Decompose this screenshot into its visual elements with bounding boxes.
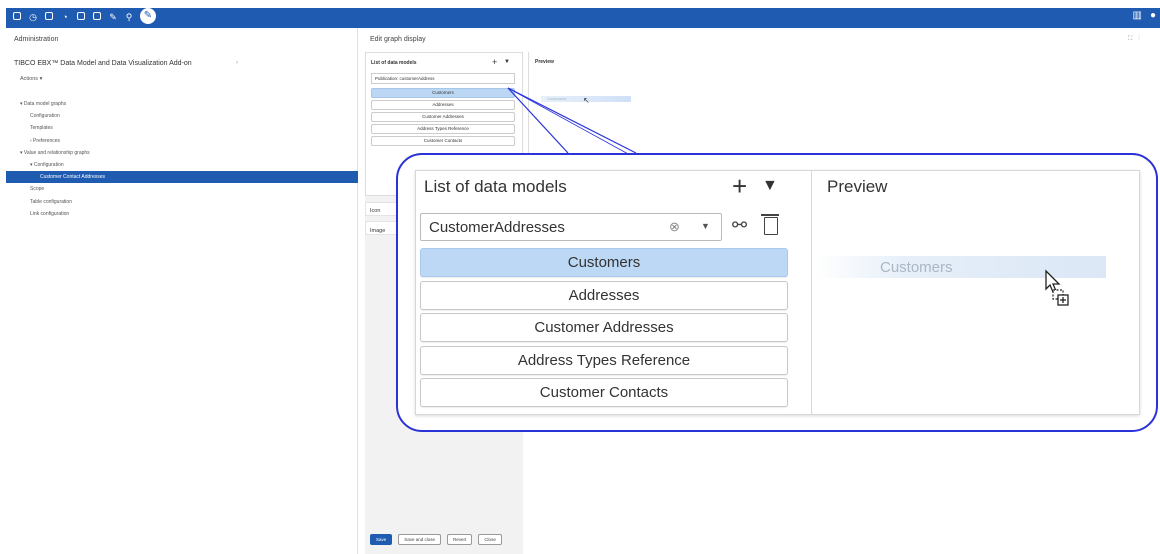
page-title: Edit graph display (370, 36, 426, 43)
list-title: List of data models (424, 177, 567, 196)
tree-item[interactable]: ▾ Value and relationship graphs (6, 147, 358, 159)
caret-down-icon[interactable]: ▼ (504, 59, 510, 65)
add-icon[interactable]: + (492, 57, 497, 67)
list-item[interactable]: Customer Contacts (371, 136, 515, 146)
chevron-right-icon[interactable]: › (236, 60, 238, 66)
drag-copy-cursor-icon (1045, 269, 1069, 306)
left-navigation-panel: Administration TIBCO EBX™ Data Model and… (6, 28, 358, 554)
pencil-icon[interactable]: ✎ (140, 8, 156, 24)
header-actions: ⛶⋮ (1128, 36, 1146, 43)
zoomed-list-section: List of data models + ▼ CustomerAddresse… (416, 171, 811, 414)
tree-item[interactable]: Configuration (6, 110, 358, 122)
document-gear-icon[interactable] (92, 11, 102, 23)
list-item[interactable]: Customer Addresses (371, 112, 515, 122)
navigation-tree: ▾ Data model graphs Configuration Template… (6, 98, 358, 220)
user-icon[interactable]: ● (1150, 10, 1156, 21)
book-icon[interactable]: ▥ (1133, 10, 1142, 21)
icon-field-label: Icon (370, 208, 381, 214)
clear-icon[interactable]: ⊗ (669, 219, 680, 235)
zoom-callout: List of data models + ▼ CustomerAddresse… (396, 153, 1158, 432)
list-item[interactable]: Customers (371, 88, 515, 98)
expand-icon[interactable]: ⛶ (1128, 36, 1138, 42)
search-icon[interactable]: ⚲ (124, 11, 134, 23)
save-and-close-button[interactable]: Save and close (398, 534, 442, 545)
list-item[interactable]: Customers (420, 248, 788, 277)
revert-button[interactable]: Revert (447, 534, 473, 545)
divider (811, 171, 812, 414)
publication-select[interactable]: Publication: customerAddress (371, 73, 515, 84)
graph-icon[interactable]: ⚯ (732, 215, 747, 236)
list-title: List of data models (371, 60, 417, 66)
form-actions: Save Save and close Revert Close (370, 534, 502, 545)
select-value: CustomerAddresses (429, 219, 565, 236)
list-item[interactable]: Address Types Reference (420, 345, 788, 375)
list-item[interactable]: Customer Contacts (420, 378, 788, 407)
document-icon[interactable] (44, 11, 54, 23)
preview-title: Preview (827, 177, 888, 196)
tree-item[interactable]: Link configuration (6, 208, 358, 220)
tree-item[interactable]: ▾ Data model graphs (6, 98, 358, 110)
toolbar-background (6, 8, 1160, 28)
list-item[interactable]: Addresses (420, 280, 788, 310)
tree-item[interactable]: Scope (6, 183, 358, 195)
image-field-label: Image (370, 228, 386, 234)
list-item[interactable]: Address Types Reference (371, 124, 515, 134)
gauge-icon[interactable]: ◔ (60, 11, 70, 23)
more-icon[interactable]: ⋮ (1138, 36, 1146, 42)
tree-item[interactable]: Customer Contact Addresses (6, 171, 358, 184)
caret-down-icon[interactable]: ▼ (762, 177, 778, 195)
tree-item[interactable]: Templates (6, 122, 358, 134)
tree-item[interactable]: ▾ Configuration (6, 159, 358, 171)
close-button[interactable]: Close (478, 534, 502, 545)
list-item[interactable]: Addresses (371, 100, 515, 110)
data-model-list: Customers Addresses Customer Addresses Addr… (371, 88, 515, 148)
trash-icon[interactable] (761, 214, 779, 235)
drag-cursor-icon: ↖ (583, 96, 590, 105)
clock-icon[interactable]: ◷ (28, 11, 38, 23)
tree-item[interactable]: Table configuration (6, 196, 358, 208)
dropdown-arrow-icon[interactable]: ▼ (701, 221, 710, 231)
app-title: TIBCO EBX™ Data Model and Data Visualiza… (14, 60, 192, 67)
actions-menu[interactable]: Actions ▾ (20, 76, 42, 82)
list-item[interactable]: Customer Addresses (420, 313, 788, 342)
database-icon[interactable] (12, 11, 22, 23)
preview-title: Preview (535, 59, 554, 65)
save-button[interactable]: Save (370, 534, 393, 545)
top-toolbar: ◷ ◔ ✎ ⚲ ✎ ▥ ● (0, 0, 1160, 30)
toolbar-icon-group: ◷ ◔ ✎ ⚲ ✎ (12, 8, 156, 24)
dragged-item-ghost-label: Customers (880, 259, 953, 276)
toolbar-right-icons: ▥ ● (1133, 10, 1157, 21)
data-model-list: Customers Addresses Customer Addresses Addr… (420, 248, 788, 411)
zoomed-panel: List of data models + ▼ CustomerAddresse… (415, 170, 1140, 415)
panel-title: Administration (14, 36, 59, 43)
report-icon[interactable] (76, 11, 86, 23)
tree-item[interactable]: › Preferences (6, 135, 358, 147)
data-model-select[interactable]: CustomerAddresses ⊗ ▼ (420, 213, 722, 241)
wrench-icon[interactable]: ✎ (108, 11, 118, 23)
add-icon[interactable]: + (732, 171, 747, 201)
